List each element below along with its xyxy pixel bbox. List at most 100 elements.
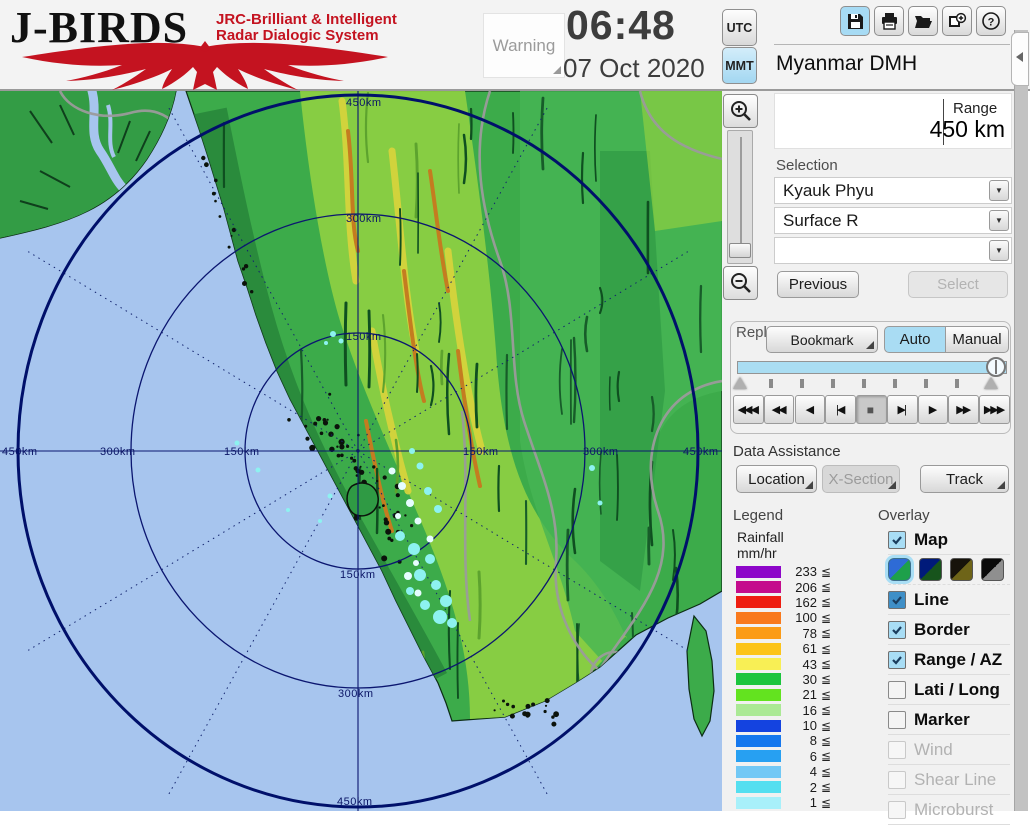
collapse-left-icon <box>1016 52 1023 62</box>
chevron-down-icon[interactable]: ▼ <box>989 210 1009 231</box>
replay-slider-thumb[interactable] <box>986 357 1006 377</box>
svg-text:300km: 300km <box>583 446 619 458</box>
save-icon <box>846 12 865 31</box>
map-style-2[interactable] <box>919 558 942 581</box>
select-product-value: Surface R <box>783 211 859 231</box>
mmt-button[interactable]: MMT <box>722 47 757 84</box>
check-icon <box>891 654 903 666</box>
overlay-item-microburst[interactable]: Microburst <box>888 795 1010 825</box>
legend-lte-icon: ≦ <box>821 642 831 656</box>
magnifier-plus-icon <box>729 99 753 123</box>
previous-button[interactable]: Previous <box>777 271 859 298</box>
stop-button[interactable]: ■ <box>856 395 887 424</box>
overlay-item-map[interactable]: Map <box>888 525 1010 555</box>
svg-text:450km: 450km <box>346 97 382 109</box>
step-backward-button[interactable]: |◀ <box>825 395 856 424</box>
help-button[interactable]: ? <box>976 6 1006 36</box>
x-section-button[interactable]: X-Section <box>822 465 900 493</box>
legend-row: 10 ≦ <box>736 718 831 733</box>
utc-button[interactable]: UTC <box>722 9 757 46</box>
forward-fastest-button[interactable]: ▶▶▶ <box>979 395 1010 424</box>
select-button[interactable]: Select <box>908 271 1008 298</box>
select-extra[interactable]: ▼ <box>774 237 1012 264</box>
legend-swatch <box>736 797 781 809</box>
legend-scale: 233 ≦ 206 ≦ 162 ≦ 100 ≦ 78 ≦ 61 ≦ 43 ≦ 3… <box>736 564 831 810</box>
step-forward-button[interactable]: ▶| <box>887 395 918 424</box>
slider-tick <box>769 379 773 388</box>
overlay-item-marker[interactable]: Marker <box>888 705 1010 735</box>
radar-map[interactable]: 450km 300km 150km 150km 300km 450km 450k… <box>0 91 722 811</box>
forward-button[interactable]: ▶▶ <box>948 395 979 424</box>
select-site[interactable]: Kyauk Phyu ▼ <box>774 177 1012 204</box>
svg-text:300km: 300km <box>346 213 382 225</box>
select-product[interactable]: Surface R ▼ <box>774 207 1012 234</box>
replay-slider[interactable] <box>737 361 1007 374</box>
checkbox[interactable] <box>888 741 906 759</box>
overlay-item-wind[interactable]: Wind <box>888 735 1010 765</box>
rewind-button[interactable]: ◀◀ <box>764 395 795 424</box>
check-icon <box>891 594 903 606</box>
legend-swatch <box>736 781 781 793</box>
map-style-1[interactable] <box>888 558 911 581</box>
slider-range-end-marker[interactable] <box>984 377 998 389</box>
legend-swatch <box>736 750 781 762</box>
check-icon <box>891 534 903 546</box>
legend-row: 6 ≦ <box>736 749 831 764</box>
save-button[interactable] <box>840 6 870 36</box>
slider-tick <box>800 379 804 388</box>
legend-swatch <box>736 658 781 670</box>
legend-swatch <box>736 673 781 685</box>
overlay-item-lati-long[interactable]: Lati / Long <box>888 675 1010 705</box>
panel-collapse-strip[interactable] <box>1014 30 1028 811</box>
legend-row: 206 ≦ <box>736 579 831 594</box>
zoom-out-button[interactable] <box>723 266 758 300</box>
open-folder-button[interactable] <box>908 6 938 36</box>
legend-lte-icon: ≦ <box>821 611 831 625</box>
track-button[interactable]: Track <box>920 465 1009 493</box>
legend-value: 8 <box>781 733 817 748</box>
checkbox[interactable] <box>888 771 906 789</box>
checkbox[interactable] <box>888 801 906 819</box>
auto-button[interactable]: Auto <box>884 326 946 353</box>
legend-value: 2 <box>781 780 817 795</box>
map-style-3[interactable] <box>950 558 973 581</box>
add-view-button[interactable] <box>942 6 972 36</box>
chevron-down-icon[interactable]: ▼ <box>989 180 1009 201</box>
checkbox[interactable] <box>888 621 906 639</box>
warning-button[interactable]: Warning <box>483 13 565 78</box>
checkbox[interactable] <box>888 711 906 729</box>
overlay-label: Overlay <box>878 507 930 524</box>
play-button[interactable]: ▶ <box>918 395 949 424</box>
menu-corner-icon <box>997 481 1005 489</box>
slider-range-start-marker[interactable] <box>733 377 747 389</box>
checkbox[interactable] <box>888 531 906 549</box>
checkbox[interactable] <box>888 591 906 609</box>
overlay-item-range-az[interactable]: Range / AZ <box>888 645 1010 675</box>
checkbox[interactable] <box>888 651 906 669</box>
bookmark-button[interactable]: Bookmark <box>766 326 878 353</box>
map-zoom-slider[interactable] <box>727 130 753 264</box>
overlay-item-shear-line[interactable]: Shear Line <box>888 765 1010 795</box>
clock-date: 07 Oct 2020 <box>563 53 705 84</box>
zoom-in-button[interactable] <box>723 94 758 128</box>
rewind-fastest-button[interactable]: ◀◀◀ <box>733 395 764 424</box>
legend-row: 1 ≦ <box>736 795 831 810</box>
legend-row: 61 ≦ <box>736 641 831 656</box>
map-style-4[interactable] <box>981 558 1004 581</box>
legend-lte-icon: ≦ <box>821 796 831 810</box>
slider-tick <box>862 379 866 388</box>
legend-lte-icon: ≦ <box>821 657 831 671</box>
overlay-item-line[interactable]: Line <box>888 585 1010 615</box>
location-button[interactable]: Location <box>736 465 817 493</box>
select-site-value: Kyauk Phyu <box>783 181 874 201</box>
overlay-item-border[interactable]: Border <box>888 615 1010 645</box>
print-button[interactable] <box>874 6 904 36</box>
eagle-logo-icon <box>14 40 396 90</box>
manual-button[interactable]: Manual <box>945 326 1009 353</box>
checkbox[interactable] <box>888 681 906 699</box>
play-backward-button[interactable]: ◀ <box>795 395 826 424</box>
legend-value: 61 <box>781 641 817 656</box>
zoom-slider-thumb[interactable] <box>729 243 751 258</box>
legend-value: 21 <box>781 687 817 702</box>
chevron-down-icon[interactable]: ▼ <box>989 240 1009 261</box>
